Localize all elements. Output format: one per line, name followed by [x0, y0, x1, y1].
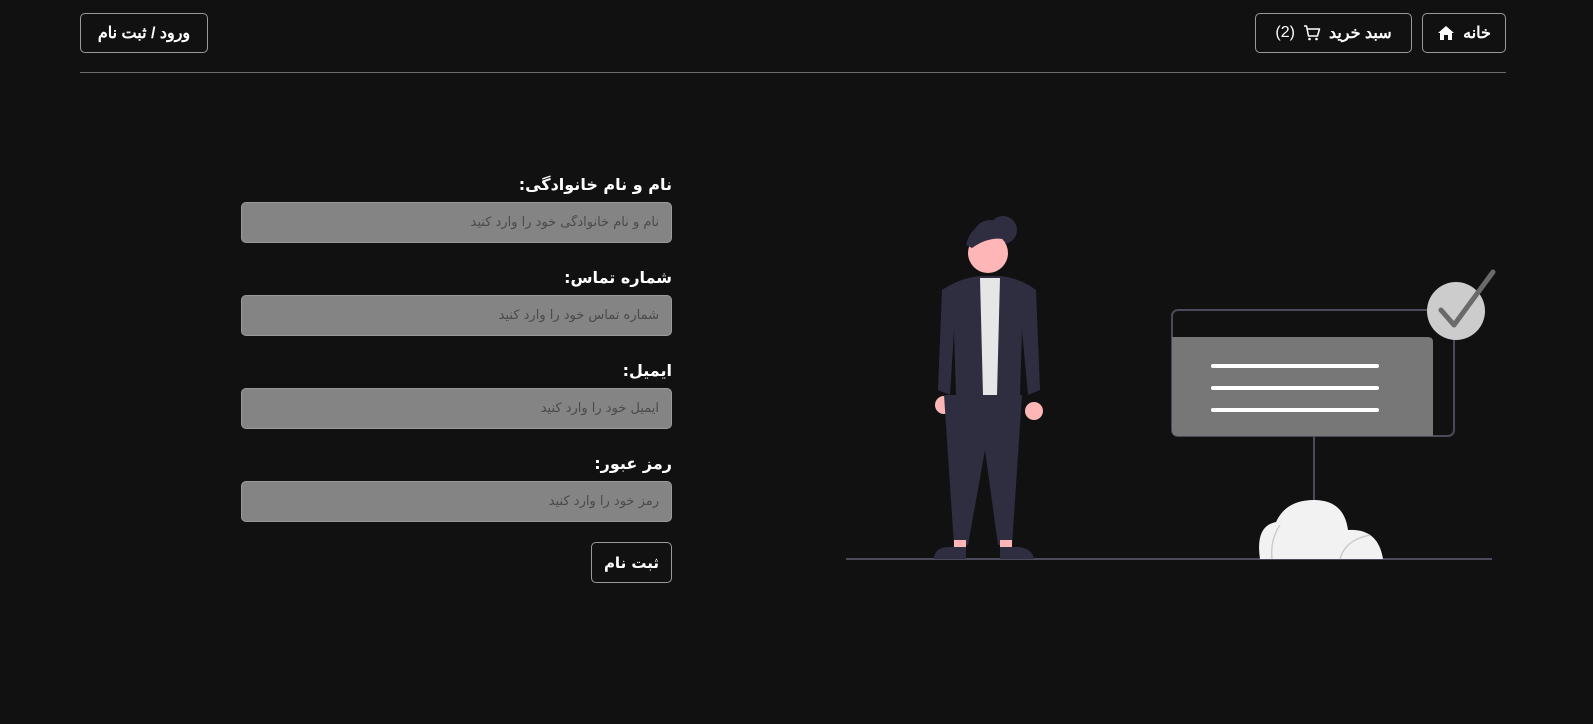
phone-label: شماره تماس:: [564, 268, 672, 287]
email-input[interactable]: [241, 388, 672, 429]
register-form: نام و نام خانوادگی: شماره تماس: ایمیل: ر…: [241, 170, 672, 583]
cart-button[interactable]: سبد خرید (2): [1255, 13, 1412, 53]
home-button[interactable]: خانه: [1422, 13, 1506, 53]
name-input[interactable]: [241, 202, 672, 243]
phone-input[interactable]: [241, 295, 672, 336]
login-register-button[interactable]: ورود / ثبت نام: [80, 13, 208, 53]
top-navigation: خانه سبد خرید (2) ورود / ثبت نام: [80, 0, 1506, 73]
bush-decoration: [1259, 500, 1383, 560]
cart-label: سبد خرید: [1328, 25, 1392, 42]
person-figure: [934, 216, 1043, 559]
cart-icon: [1303, 24, 1321, 42]
home-label: خانه: [1463, 25, 1491, 42]
signup-illustration: [840, 200, 1500, 574]
password-label: رمز عبور:: [594, 454, 672, 473]
home-icon: [1437, 25, 1455, 41]
password-input[interactable]: [241, 481, 672, 522]
name-label: نام و نام خانوادگی:: [518, 175, 672, 194]
email-label: ایمیل:: [622, 361, 672, 380]
register-submit-button[interactable]: ثبت نام: [591, 542, 672, 583]
cart-count-badge: (2): [1275, 24, 1295, 41]
